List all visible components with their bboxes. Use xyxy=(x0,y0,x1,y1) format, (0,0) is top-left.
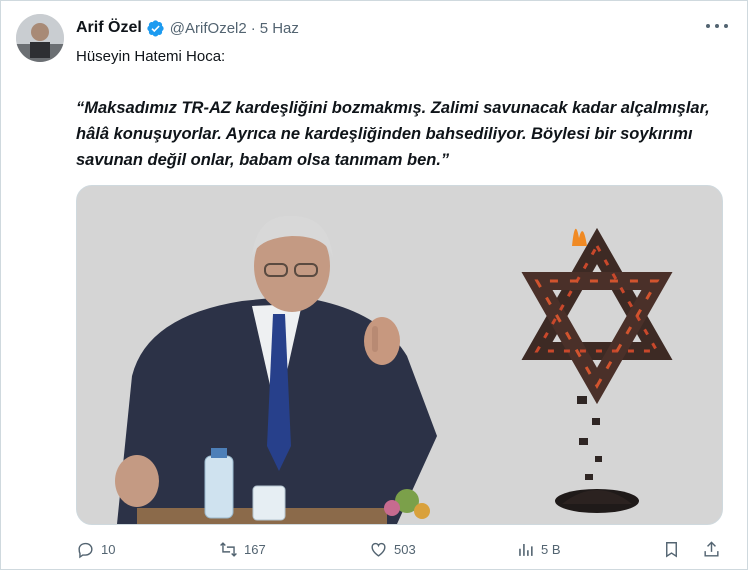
author-handle[interactable]: @ArifOzel2 xyxy=(170,20,247,37)
tweet-intro: Hüseyin Hatemi Hoca: xyxy=(76,48,226,65)
reply-icon xyxy=(78,542,93,559)
separator-dot: · xyxy=(250,19,256,37)
bookmark-icon xyxy=(666,542,677,558)
reply-count: 10 xyxy=(101,542,116,557)
bookmark-button[interactable] xyxy=(662,540,687,559)
like-button[interactable]: 503 xyxy=(369,540,416,559)
share-icon xyxy=(704,541,719,557)
more-icon[interactable] xyxy=(706,18,728,34)
views-button[interactable]: 5 B xyxy=(516,540,561,559)
like-icon xyxy=(371,542,386,557)
view-count: 5 B xyxy=(541,542,561,557)
timestamp[interactable]: 5 Haz xyxy=(260,20,299,37)
like-count: 503 xyxy=(394,542,416,557)
share-button[interactable] xyxy=(702,540,727,559)
tweet-image[interactable] xyxy=(76,185,723,525)
repost-count: 167 xyxy=(244,542,266,557)
repost-button[interactable]: 167 xyxy=(219,540,266,559)
repost-icon xyxy=(220,542,237,557)
author-name[interactable]: Arif Özel xyxy=(76,19,142,37)
views-icon xyxy=(519,543,533,556)
reply-button[interactable]: 10 xyxy=(76,540,115,559)
verified-badge-icon xyxy=(146,19,165,38)
avatar[interactable] xyxy=(16,14,64,62)
tweet-quote: “Maksadımız TR-AZ kardeşliğini bozmakmış… xyxy=(76,99,710,169)
